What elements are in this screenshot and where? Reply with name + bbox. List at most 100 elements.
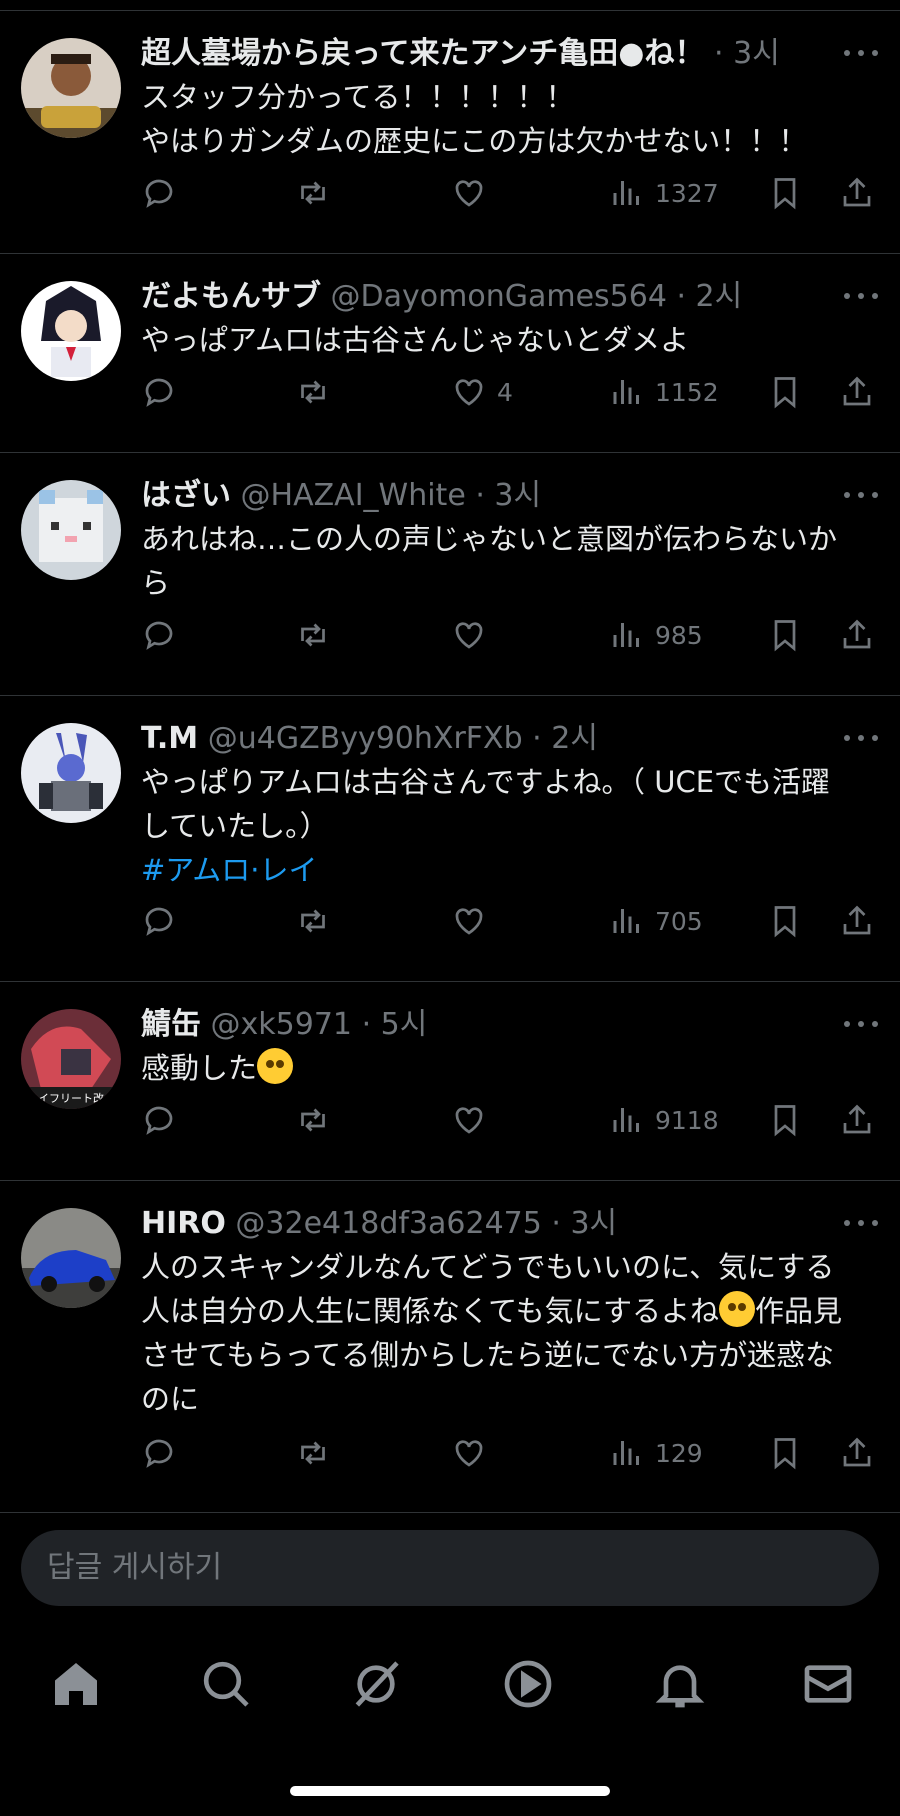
heart-icon [455, 180, 483, 207]
tab-messages[interactable] [800, 1656, 856, 1712]
display-name[interactable]: 超人墓場から戻って来たアンチ亀田●ね！ [141, 36, 704, 71]
action-bar: 1327 [141, 171, 884, 215]
more-options-icon[interactable] [844, 1012, 878, 1036]
user-handle[interactable]: @HAZAI_White [241, 478, 466, 513]
avatar[interactable] [21, 1208, 121, 1308]
repost-button[interactable] [295, 1098, 331, 1142]
timestamp[interactable]: 5시 [381, 1007, 428, 1042]
repost-button[interactable] [295, 613, 331, 657]
views-icon [613, 181, 639, 205]
user-handle[interactable]: @u4GZByy90hXrFXb [208, 721, 523, 756]
bookmark-button[interactable] [767, 899, 803, 943]
bookmark-button[interactable] [767, 1098, 803, 1142]
reply-tweet[interactable]: T.M @u4GZByy90hXrFXb · 2시 やっぱりアムロは古谷さんです… [0, 696, 900, 982]
display-name[interactable]: HIRO [141, 1206, 226, 1241]
share-button[interactable] [839, 1098, 875, 1142]
hashtag-link[interactable]: #アムロ·レイ [141, 848, 880, 892]
views-button[interactable]: 129 [609, 1431, 703, 1475]
reply-button[interactable] [141, 613, 177, 657]
pleading-face-emoji-icon [257, 1048, 294, 1084]
timestamp[interactable]: 3시 [570, 1206, 617, 1241]
display-name[interactable]: はざい [141, 478, 231, 513]
reply-button[interactable] [141, 370, 177, 414]
view-count: 705 [655, 906, 703, 936]
rofl-emoji-icon [718, 1291, 755, 1327]
share-button[interactable] [839, 171, 875, 215]
reply-icon [145, 621, 173, 650]
timestamp[interactable]: 2시 [551, 721, 598, 756]
reply-tweet[interactable]: HIRO @32e418df3a62475 · 3시 人のスキャンダルなんてどう… [0, 1181, 900, 1513]
avatar[interactable] [21, 480, 121, 580]
views-icon [613, 1441, 639, 1465]
share-button[interactable] [839, 1431, 875, 1475]
repost-button[interactable] [295, 370, 331, 414]
timestamp[interactable]: 3시 [733, 36, 780, 71]
like-button[interactable] [451, 613, 497, 657]
svg-text:イフリート改: イフリート改 [38, 1091, 104, 1105]
views-icon [613, 380, 639, 404]
grok-icon [355, 1661, 399, 1707]
user-handle[interactable]: @DayomonGames564 [331, 279, 667, 314]
reply-button[interactable] [141, 1098, 177, 1142]
more-options-icon[interactable] [844, 41, 878, 65]
reply-tweet[interactable]: はざい @HAZAI_White · 3시 あれはね…この人の声じゃないと意図が… [0, 453, 900, 696]
repost-icon [301, 380, 325, 404]
like-button[interactable]: 4 [451, 370, 513, 414]
reply-button[interactable] [141, 899, 177, 943]
reply-tweet[interactable]: 超人墓場から戻って来たアンチ亀田●ね！ · 3시 スタッフ分かってる！！！！！！… [0, 11, 900, 254]
user-handle[interactable]: @xk5971 [211, 1007, 352, 1042]
tweet-text: やっぱりアムロは古谷さんですよね。（ UCEでも活躍 していたし。） #アムロ·… [141, 760, 880, 892]
display-name[interactable]: だよもんサブ [141, 279, 321, 314]
bookmark-button[interactable] [767, 613, 803, 657]
timestamp[interactable]: 3시 [494, 478, 541, 513]
tab-notifications[interactable] [652, 1656, 708, 1712]
views-button[interactable]: 1152 [609, 370, 719, 414]
like-button[interactable] [451, 171, 497, 215]
share-button[interactable] [839, 613, 875, 657]
reply-input[interactable]: 답글 게시하기 [21, 1530, 879, 1606]
bookmark-icon [774, 178, 796, 210]
user-handle[interactable]: @32e418df3a62475 [235, 1206, 541, 1241]
avatar[interactable] [21, 38, 121, 138]
tab-search[interactable] [198, 1656, 254, 1712]
share-button[interactable] [839, 370, 875, 414]
view-count: 1327 [655, 178, 719, 208]
tab-video[interactable] [500, 1656, 556, 1712]
display-name[interactable]: T.M [141, 721, 198, 756]
timestamp[interactable]: 2시 [696, 279, 743, 314]
views-button[interactable]: 705 [609, 899, 703, 943]
reply-tweet[interactable]: イフリート改 鯖缶 @xk5971 · 5시 感動した 9118 [0, 982, 900, 1181]
avatar[interactable] [21, 281, 121, 381]
more-options-icon[interactable] [844, 1211, 878, 1235]
share-button[interactable] [839, 899, 875, 943]
reply-button[interactable] [141, 1431, 177, 1475]
tab-home[interactable] [48, 1656, 104, 1712]
like-button[interactable] [451, 1098, 497, 1142]
notifications-icon [655, 1665, 705, 1708]
views-button[interactable]: 9118 [609, 1098, 719, 1142]
reply-icon [145, 1106, 173, 1135]
action-bar: 705 [141, 899, 884, 943]
like-button[interactable] [451, 1431, 497, 1475]
views-button[interactable]: 1327 [609, 171, 719, 215]
bookmark-button[interactable] [767, 1431, 803, 1475]
avatar[interactable]: イフリート改 [21, 1009, 121, 1109]
repost-button[interactable] [295, 171, 331, 215]
like-button[interactable] [451, 899, 497, 943]
bookmark-button[interactable] [767, 370, 803, 414]
tweet-header: 鯖缶 @xk5971 · 5시 [141, 1007, 428, 1042]
more-options-icon[interactable] [844, 726, 878, 750]
display-name[interactable]: 鯖缶 [141, 1007, 201, 1042]
avatar[interactable] [21, 723, 121, 823]
more-options-icon[interactable] [844, 483, 878, 507]
views-button[interactable]: 985 [609, 613, 703, 657]
view-count: 985 [655, 620, 703, 650]
tab-grok[interactable] [348, 1656, 404, 1712]
repost-button[interactable] [295, 1431, 331, 1475]
more-options-icon[interactable] [844, 284, 878, 308]
action-bar: 129 [141, 1431, 884, 1475]
reply-button[interactable] [141, 171, 177, 215]
repost-button[interactable] [295, 899, 331, 943]
bookmark-button[interactable] [767, 171, 803, 215]
reply-tweet[interactable]: だよもんサブ @DayomonGames564 · 2시 やっぱアムロは古谷さん… [0, 254, 900, 453]
